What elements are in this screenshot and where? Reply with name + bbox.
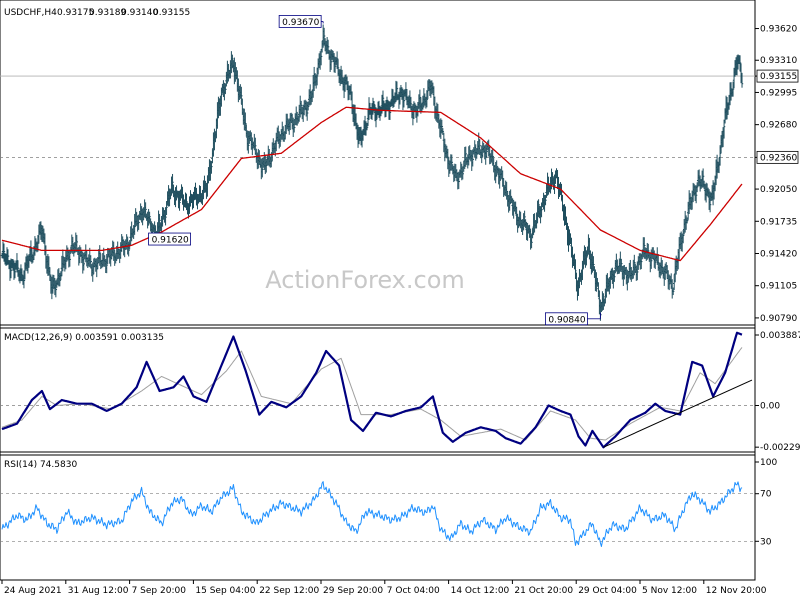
x-tick-label: 24 Aug 2021	[4, 586, 62, 596]
annotation-text: 0.90840	[548, 315, 585, 325]
x-tick-label: 29 Oct 04:00	[578, 586, 637, 596]
x-tick-label: 14 Oct 12:00	[451, 586, 510, 596]
x-tick-label: 5 Nov 12:00	[642, 586, 697, 596]
price-annotation: 0.93670	[278, 15, 324, 28]
usdchf-h4-chart: ActionForex.com USDCHF,H4 0.93175 0.9318…	[0, 0, 800, 600]
rsi-tick-label: 70	[760, 490, 772, 500]
x-tick-label: 21 Oct 20:00	[514, 586, 573, 596]
macd-label: MACD(12,26,9) 0.003591 0.003135	[4, 333, 164, 343]
price-tick-label: 0.91105	[760, 282, 797, 292]
chart-title: USDCHF,H4	[4, 8, 57, 18]
annotation-text: 0.93670	[282, 18, 319, 28]
macd-tick-label: -0.002294	[760, 443, 800, 453]
x-tick-label: 12 Nov 20:00	[706, 586, 767, 596]
price-tick-label: 0.92050	[760, 185, 797, 195]
macd-tick-label: 0.00	[760, 401, 780, 411]
price-tick-label: 0.93620	[760, 25, 797, 35]
price-tick-label: 0.91735	[760, 217, 797, 227]
x-tick-label: 31 Aug 12:00	[68, 586, 129, 596]
watermark: ActionForex.com	[265, 266, 465, 294]
rsi-tick-label: 30	[760, 537, 772, 547]
x-tick-label: 29 Sep 20:00	[323, 586, 383, 596]
annotation-text: 0.91620	[152, 236, 189, 246]
rsi-label: RSI(14) 74.5830	[4, 460, 77, 470]
key-level-label: 0.92360	[760, 153, 797, 163]
x-tick-label: 7 Sep 20:00	[132, 586, 187, 596]
price-tick-label: 0.90790	[760, 314, 797, 324]
price-annotation: 0.91620	[148, 232, 191, 246]
current-price-label: 0.93155	[760, 72, 797, 82]
price-tick-label: 0.93310	[760, 56, 797, 66]
x-tick-label: 22 Sep 12:00	[259, 586, 319, 596]
macd-tick-label: 0.003887	[760, 331, 800, 341]
x-tick-label: 15 Sep 04:00	[195, 586, 255, 596]
ohlc-close: 0.93155	[153, 8, 190, 18]
rsi-tick-label: 100	[760, 458, 777, 468]
price-tick-label: 0.91420	[760, 249, 797, 259]
price-tick-label: 0.92995	[760, 88, 797, 98]
price-tick-label: 0.92680	[760, 121, 797, 131]
x-tick-label: 7 Oct 04:00	[387, 586, 440, 596]
